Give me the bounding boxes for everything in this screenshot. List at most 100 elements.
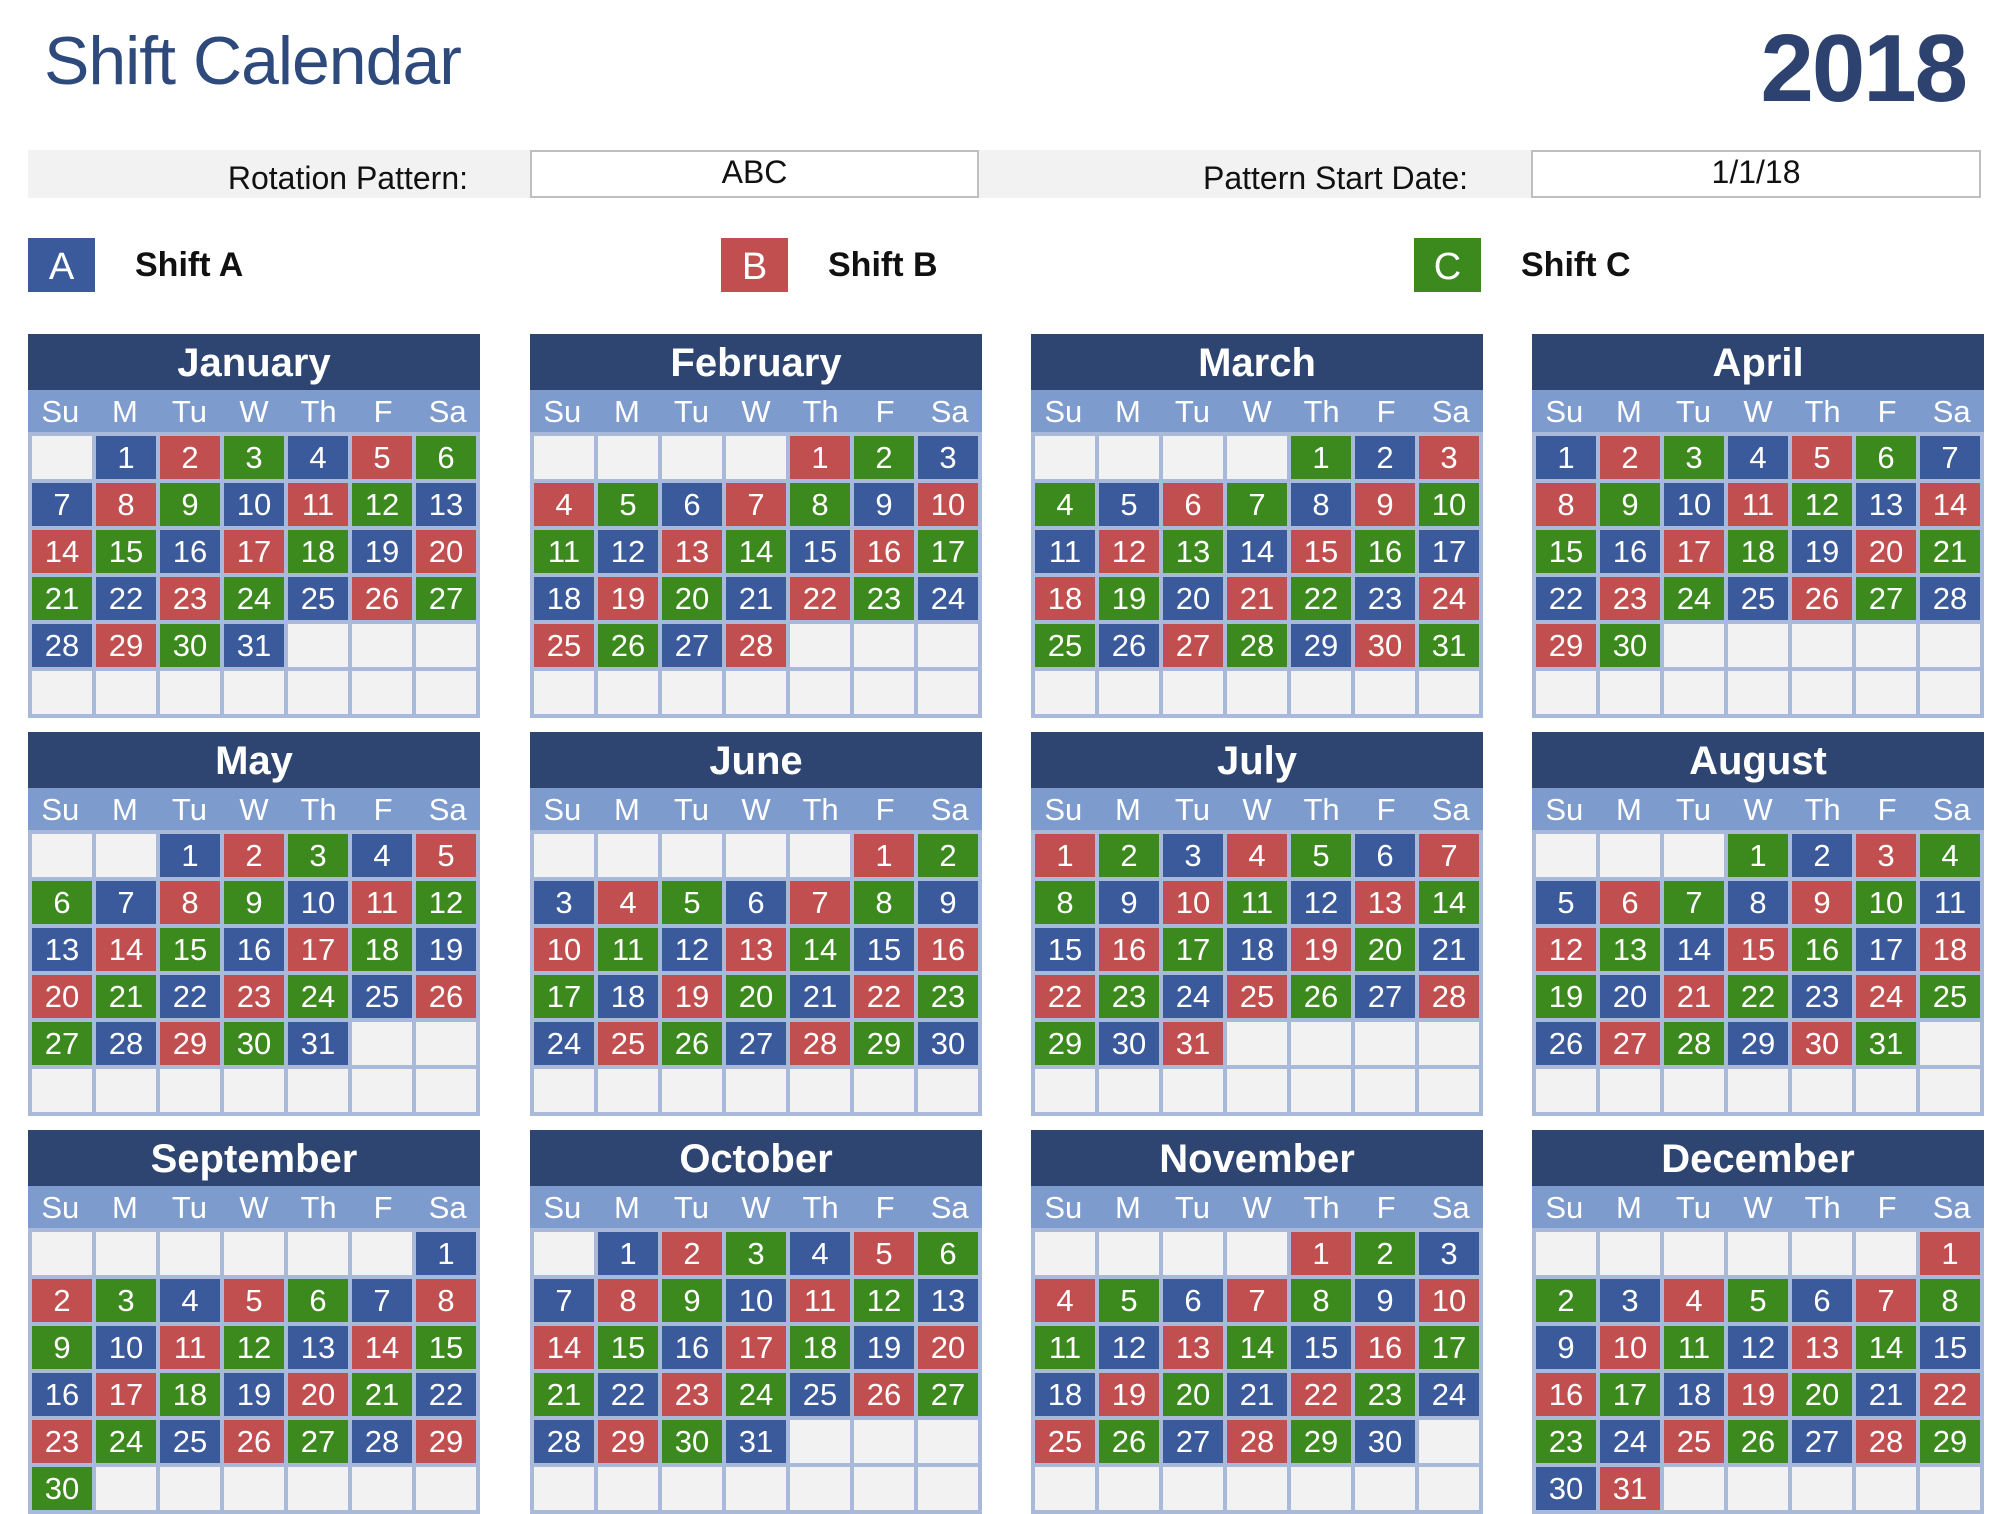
day-cell-shift-a[interactable]: 24: [918, 577, 978, 620]
day-cell-shift-a[interactable]: 19: [854, 1326, 914, 1369]
day-cell-shift-a[interactable]: 25: [288, 577, 348, 620]
day-cell-shift-c[interactable]: 14: [1227, 1326, 1287, 1369]
day-cell-shift-a[interactable]: 22: [416, 1373, 476, 1416]
day-cell-shift-b[interactable]: 28: [1856, 1420, 1916, 1463]
day-cell-shift-a[interactable]: 9: [1536, 1326, 1596, 1369]
day-cell-shift-b[interactable]: 4: [1035, 1279, 1095, 1322]
day-cell-shift-c[interactable]: 21: [96, 975, 156, 1018]
day-cell-shift-a[interactable]: 7: [352, 1279, 412, 1322]
day-cell-shift-b[interactable]: 23: [224, 975, 284, 1018]
day-cell-shift-b[interactable]: 16: [1536, 1373, 1596, 1416]
day-cell-shift-a[interactable]: 25: [790, 1373, 850, 1416]
day-cell-shift-b[interactable]: 18: [1035, 577, 1095, 620]
day-cell-shift-a[interactable]: 21: [1419, 928, 1479, 971]
day-cell-shift-a[interactable]: 16: [662, 1326, 722, 1369]
day-cell-shift-c[interactable]: 15: [96, 530, 156, 573]
day-cell-shift-c[interactable]: 26: [598, 624, 658, 667]
day-cell-shift-b[interactable]: 31: [1600, 1467, 1660, 1510]
day-cell-shift-a[interactable]: 18: [598, 975, 658, 1018]
day-cell-shift-b[interactable]: 4: [1227, 834, 1287, 877]
day-cell-shift-b[interactable]: 22: [1035, 975, 1095, 1018]
day-cell-shift-a[interactable]: 19: [416, 928, 476, 971]
day-cell-shift-b[interactable]: 27: [1600, 1022, 1660, 1065]
day-cell-shift-a[interactable]: 20: [1163, 577, 1223, 620]
day-cell-shift-c[interactable]: 30: [32, 1467, 92, 1510]
day-cell-shift-b[interactable]: 14: [96, 928, 156, 971]
day-cell-shift-a[interactable]: 18: [1664, 1373, 1724, 1416]
day-cell-shift-c[interactable]: 19: [1099, 577, 1159, 620]
day-cell-shift-a[interactable]: 12: [1099, 1326, 1159, 1369]
day-cell-shift-c[interactable]: 22: [1291, 577, 1351, 620]
day-cell-shift-a[interactable]: 10: [1664, 483, 1724, 526]
day-cell-shift-a[interactable]: 15: [854, 928, 914, 971]
day-cell-shift-a[interactable]: 3: [918, 436, 978, 479]
day-cell-shift-a[interactable]: 6: [1792, 1279, 1852, 1322]
day-cell-shift-c[interactable]: 25: [1035, 624, 1095, 667]
day-cell-shift-b[interactable]: 22: [1920, 1373, 1980, 1416]
day-cell-shift-c[interactable]: 18: [160, 1373, 220, 1416]
day-cell-shift-b[interactable]: 30: [1792, 1022, 1852, 1065]
day-cell-shift-a[interactable]: 7: [96, 881, 156, 924]
day-cell-shift-a[interactable]: 5: [1536, 881, 1596, 924]
day-cell-shift-c[interactable]: 20: [726, 975, 786, 1018]
day-cell-shift-c[interactable]: 21: [32, 577, 92, 620]
day-cell-shift-c[interactable]: 24: [288, 975, 348, 1018]
day-cell-shift-a[interactable]: 5: [1099, 483, 1159, 526]
day-cell-shift-c[interactable]: 27: [32, 1022, 92, 1065]
day-cell-shift-a[interactable]: 31: [288, 1022, 348, 1065]
day-cell-shift-b[interactable]: 6: [1600, 881, 1660, 924]
day-cell-shift-c[interactable]: 3: [726, 1232, 786, 1275]
day-cell-shift-c[interactable]: 26: [1728, 1420, 1788, 1463]
day-cell-shift-c[interactable]: 23: [1355, 1373, 1415, 1416]
day-cell-shift-c[interactable]: 5: [1291, 834, 1351, 877]
day-cell-shift-c[interactable]: 18: [1728, 530, 1788, 573]
day-cell-shift-a[interactable]: 3: [534, 881, 594, 924]
day-cell-shift-a[interactable]: 8: [1728, 881, 1788, 924]
day-cell-shift-c[interactable]: 31: [1419, 624, 1479, 667]
day-cell-shift-a[interactable]: 11: [1920, 881, 1980, 924]
day-cell-shift-c[interactable]: 15: [598, 1326, 658, 1369]
day-cell-shift-c[interactable]: 20: [662, 577, 722, 620]
day-cell-shift-a[interactable]: 18: [1035, 1373, 1095, 1416]
day-cell-shift-c[interactable]: 27: [288, 1420, 348, 1463]
day-cell-shift-a[interactable]: 31: [224, 624, 284, 667]
day-cell-shift-c[interactable]: 28: [1664, 1022, 1724, 1065]
day-cell-shift-b[interactable]: 16: [918, 928, 978, 971]
day-cell-shift-b[interactable]: 22: [1291, 1373, 1351, 1416]
day-cell-shift-b[interactable]: 14: [534, 1326, 594, 1369]
day-cell-shift-b[interactable]: 29: [160, 1022, 220, 1065]
day-cell-shift-b[interactable]: 16: [1355, 1326, 1415, 1369]
day-cell-shift-a[interactable]: 1: [96, 436, 156, 479]
day-cell-shift-c[interactable]: 31: [1856, 1022, 1916, 1065]
day-cell-shift-a[interactable]: 9: [1355, 1279, 1415, 1322]
day-cell-shift-a[interactable]: 26: [1536, 1022, 1596, 1065]
day-cell-shift-b[interactable]: 19: [1099, 1373, 1159, 1416]
day-cell-shift-a[interactable]: 10: [288, 881, 348, 924]
day-cell-shift-a[interactable]: 1: [1536, 436, 1596, 479]
day-cell-shift-a[interactable]: 30: [1536, 1467, 1596, 1510]
day-cell-shift-a[interactable]: 30: [1355, 1420, 1415, 1463]
day-cell-shift-a[interactable]: 27: [726, 1022, 786, 1065]
day-cell-shift-a[interactable]: 28: [96, 1022, 156, 1065]
day-cell-shift-b[interactable]: 23: [32, 1420, 92, 1463]
day-cell-shift-b[interactable]: 26: [352, 577, 412, 620]
day-cell-shift-a[interactable]: 6: [1163, 1279, 1223, 1322]
day-cell-shift-a[interactable]: 12: [662, 928, 722, 971]
day-cell-shift-c[interactable]: 12: [416, 881, 476, 924]
day-cell-shift-c[interactable]: 29: [1920, 1420, 1980, 1463]
day-cell-shift-a[interactable]: 29: [1291, 624, 1351, 667]
day-cell-shift-a[interactable]: 10: [96, 1326, 156, 1369]
day-cell-shift-c[interactable]: 30: [662, 1420, 722, 1463]
day-cell-shift-a[interactable]: 9: [1099, 881, 1159, 924]
day-cell-shift-c[interactable]: 9: [160, 483, 220, 526]
day-cell-shift-b[interactable]: 5: [224, 1279, 284, 1322]
day-cell-shift-b[interactable]: 27: [1163, 624, 1223, 667]
day-cell-shift-a[interactable]: 8: [1291, 483, 1351, 526]
day-cell-shift-b[interactable]: 20: [918, 1326, 978, 1369]
day-cell-shift-c[interactable]: 11: [1664, 1326, 1724, 1369]
day-cell-shift-c[interactable]: 12: [854, 1279, 914, 1322]
day-cell-shift-b[interactable]: 25: [598, 1022, 658, 1065]
day-cell-shift-b[interactable]: 10: [534, 928, 594, 971]
day-cell-shift-a[interactable]: 3: [1600, 1279, 1660, 1322]
day-cell-shift-b[interactable]: 8: [416, 1279, 476, 1322]
